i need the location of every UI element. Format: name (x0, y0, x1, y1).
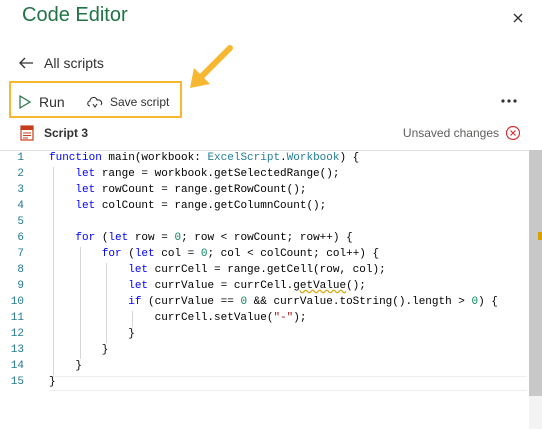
code-line: } (49, 328, 135, 340)
save-label: Save script (110, 95, 170, 109)
line-number: 10 (10, 296, 24, 308)
code-line: let range = workbook.getSelectedRange(); (75, 168, 340, 180)
save-script-button[interactable]: Save script (86, 92, 169, 112)
code-line: let colCount = range.getColumnCount(); (75, 200, 327, 212)
ellipsis-icon (501, 99, 517, 103)
code-line: let currValue = currCell.getValue(); (128, 280, 366, 292)
line-number: 6 (17, 232, 24, 244)
code-line: function main(workbook: ExcelScript.Work… (49, 152, 360, 164)
code-line: } (49, 344, 109, 356)
back-label: All scripts (44, 55, 104, 71)
unsaved-label: Unsaved changes (402, 126, 499, 140)
current-line-highlight (49, 376, 527, 391)
line-number: 2 (17, 168, 24, 180)
line-number: 11 (10, 312, 24, 324)
back-to-all-scripts[interactable]: All scripts (18, 53, 104, 73)
arrow-left-icon (19, 57, 33, 69)
code-line: for (let col = 0; col < colCount; col++)… (101, 248, 380, 260)
code-line: } (49, 376, 56, 388)
line-number: 15 (10, 376, 24, 388)
error-circle-icon[interactable] (505, 125, 521, 141)
scrollbar-thumb[interactable] (529, 150, 542, 396)
code-line: if (currValue == 0 && currValue.toString… (128, 296, 498, 308)
line-number: 14 (10, 360, 24, 372)
line-number: 3 (17, 184, 24, 196)
line-number: 8 (17, 264, 24, 276)
line-number: 9 (17, 280, 24, 292)
line-number: 7 (17, 248, 24, 260)
overview-ruler-warning-mark (538, 232, 542, 240)
more-options-button[interactable] (498, 92, 520, 110)
code-line: for (let row = 0; row < rowCount; row++)… (75, 232, 353, 244)
line-number: 1 (17, 152, 24, 164)
page-title: Code Editor (22, 4, 128, 26)
line-number: 4 (17, 200, 24, 212)
annotation-arrow-icon (190, 45, 233, 88)
code-line: let rowCount = range.getRowCount(); (75, 184, 307, 196)
close-button[interactable] (508, 8, 528, 28)
close-icon (513, 13, 523, 23)
unsaved-status: Unsaved changes (403, 124, 521, 142)
run-label: Run (39, 94, 65, 110)
run-button[interactable]: Run (18, 92, 65, 112)
line-number: 5 (17, 216, 24, 228)
code-line: currCell.setValue("-"); (49, 312, 307, 324)
script-name: Script 3 (44, 126, 89, 140)
play-icon (19, 94, 32, 110)
code-line: } (49, 360, 83, 372)
code-line: let currCell = range.getCell(row, col); (128, 264, 386, 276)
editor-scrollbar[interactable] (529, 150, 542, 429)
line-number: 13 (10, 344, 24, 356)
line-number: 12 (10, 328, 24, 340)
script-file-icon (20, 125, 34, 141)
script-name-row: Script 3 (20, 124, 88, 142)
code-editor[interactable]: 1 2 3 4 5 6 7 8 9 10 11 12 13 14 15 func… (0, 150, 542, 430)
cloud-sync-icon (87, 96, 103, 108)
